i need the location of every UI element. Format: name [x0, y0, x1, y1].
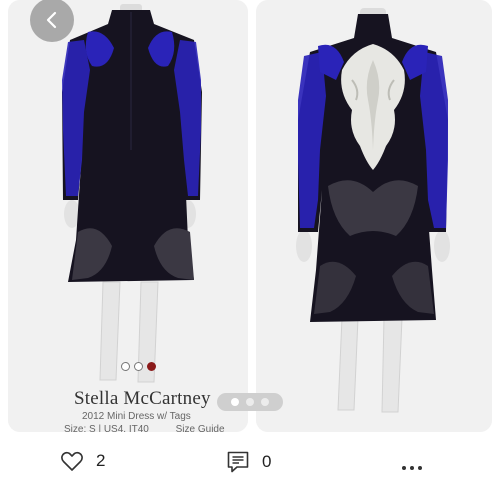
back-button[interactable] — [30, 0, 74, 42]
chevron-left-icon — [46, 11, 57, 29]
like-action[interactable]: 2 — [60, 450, 105, 472]
pager-dot[interactable] — [246, 398, 254, 406]
comment-icon[interactable] — [226, 450, 250, 474]
size-text: Size: S | US4, IT40 — [64, 424, 149, 432]
more-options-button[interactable] — [402, 455, 426, 475]
pager-dot[interactable] — [261, 398, 269, 406]
carousel-pager — [217, 393, 283, 411]
size-guide-link[interactable]: Size Guide — [176, 424, 225, 432]
image-dot-active[interactable] — [147, 362, 156, 371]
dress-front-image — [256, 0, 492, 432]
image-indicator — [121, 362, 156, 371]
product-subtitle: 2012 Mini Dress w/ Tags — [82, 411, 191, 422]
like-count: 2 — [96, 451, 106, 470]
image-dot[interactable] — [121, 362, 130, 371]
pager-dot-active[interactable] — [231, 398, 239, 406]
comment-action[interactable]: 0 — [226, 450, 271, 474]
brand-name: Stella McCartney — [74, 388, 211, 409]
comment-count: 0 — [262, 452, 272, 471]
heart-icon[interactable] — [60, 450, 84, 472]
more-icon[interactable] — [402, 455, 426, 475]
product-image-card-front[interactable] — [256, 0, 492, 432]
product-image-card-back[interactable]: Stella McCartney 2012 Mini Dress w/ Tags… — [8, 0, 248, 432]
size-line: Size: S | US4, IT40 Size Guide — [64, 424, 225, 432]
image-dot[interactable] — [134, 362, 143, 371]
